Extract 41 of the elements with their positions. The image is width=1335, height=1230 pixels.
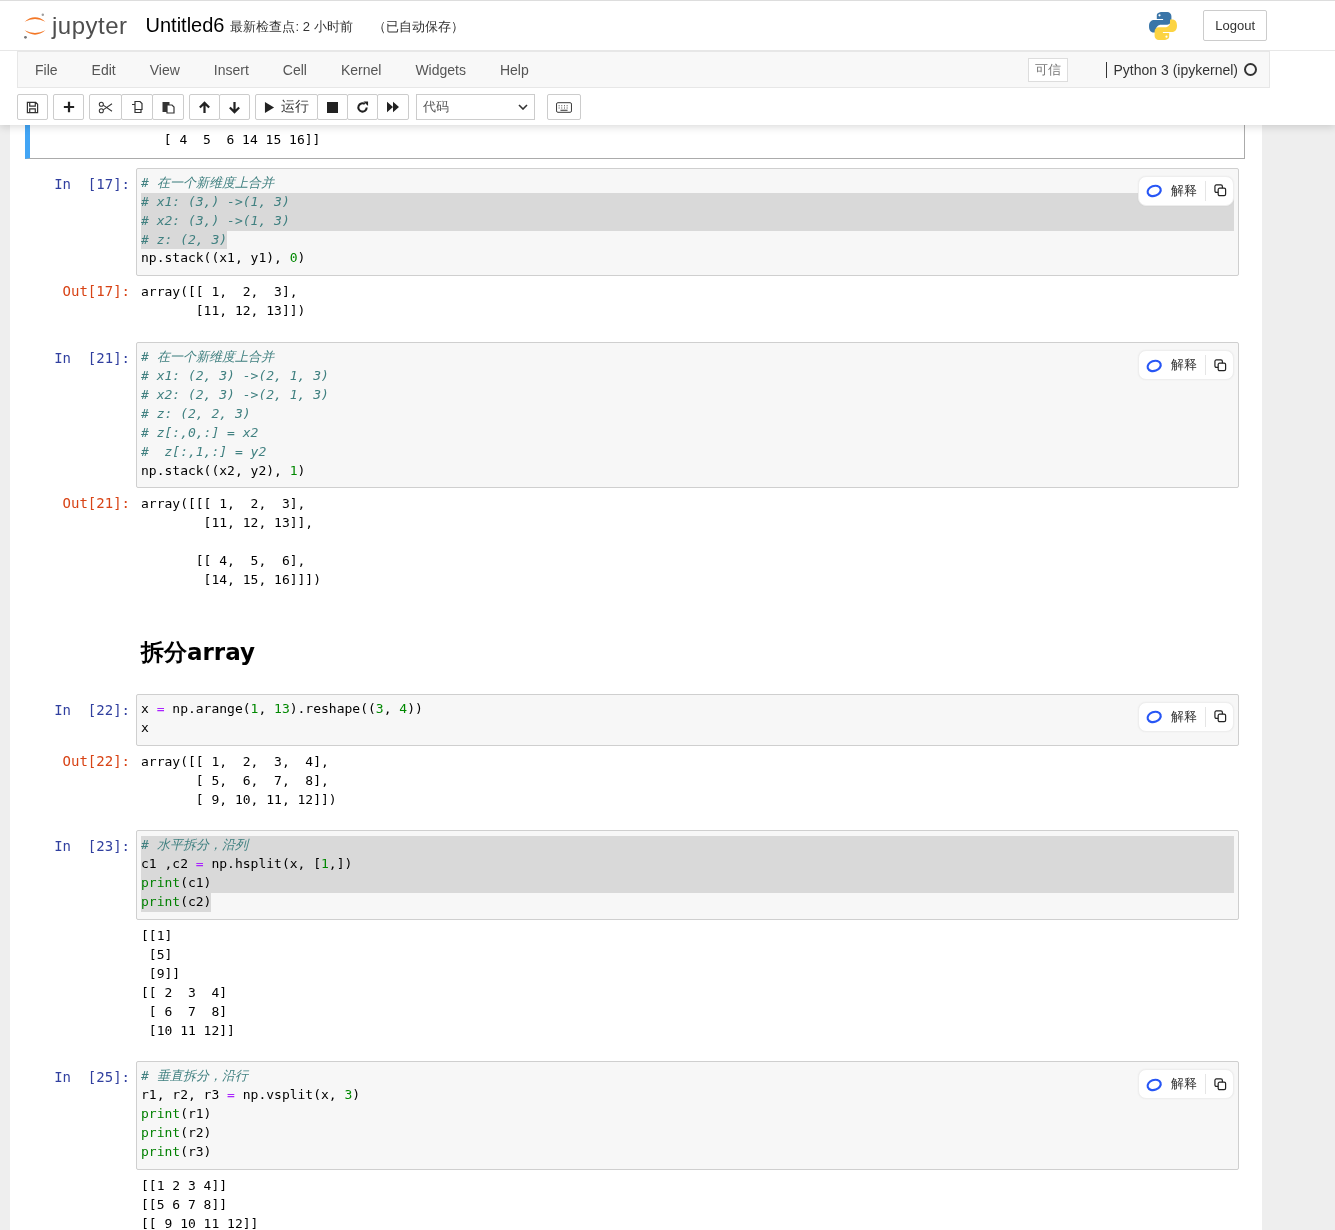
autosave-status: （已自动保存）: [372, 18, 464, 36]
code-line: # x1: (2, 3) ->(2, 1, 3): [141, 367, 329, 386]
code-line: # 在一个新维度上合并: [141, 348, 274, 367]
code-line: # z: (2, 2, 3): [141, 404, 251, 423]
code-line: # x2: (3,) ->(1, 3): [141, 211, 290, 230]
code-line: c1 ,c2 = np.hsplit(x, [1,]): [141, 855, 353, 874]
checkpoint-status: 最新检查点: 2 小时前: [230, 18, 353, 36]
code-line: # 垂直拆分，沿行: [141, 1067, 248, 1086]
code-line: x: [141, 718, 149, 737]
code-line: # x1: (3,) ->(1, 3): [141, 192, 290, 211]
kernel-name: Python 3 (ipykernel): [1106, 61, 1238, 78]
output-prompt: Out[21]:: [61, 494, 131, 512]
code-line: # 在一个新维度上合并: [141, 173, 274, 192]
cell-output: array([[ 1, 2, 3], [11, 12, 13]]): [140, 283, 306, 321]
code-line: print(c1): [141, 874, 212, 893]
code-line: print(r1): [141, 1105, 212, 1124]
cell-output: [[1] [5] [9]] [[ 2 3 4] [ 6 7 8] [10 11 12]]: [140, 927, 235, 1040]
code-line: print(c2): [141, 893, 212, 912]
code-line: # z[:,0,:] = x2: [141, 423, 259, 442]
output-prompt: Out[22]:: [61, 751, 131, 769]
output-prompt: Out[17]:: [61, 282, 131, 300]
cell-output: array([[ 1, 2, 3, 4], [ 5, 6, 7, 8], [ 9, 10, 11, 12]]): [140, 752, 337, 809]
code-line: # 水平拆分，沿列: [141, 836, 248, 855]
input-prompt: In [17]:: [53, 174, 131, 192]
code-line: x = np.arange(1, 13).reshape((3, 4)): [141, 699, 423, 718]
cell-output: array([[[ 1, 2, 3], [11, 12, 13]], [[ 4, 5, 6], [14, 15, 16]]]): [140, 495, 321, 590]
code-line: r1, r2, r3 = np.vsplit(x, 3): [141, 1086, 361, 1105]
input-prompt: In [25]:: [53, 1068, 131, 1086]
input-prompt: In [21]:: [53, 349, 131, 367]
input-prompt: In [23]:: [53, 837, 131, 855]
code-line: np.stack((x1, y1), 0): [141, 249, 306, 268]
code-line: print(r3): [141, 1143, 212, 1161]
code-line: print(r2): [141, 1124, 212, 1143]
code-line: # z[:,1,:] = y2: [141, 442, 267, 461]
input-prompt: In [22]:: [53, 700, 131, 718]
cell-output: [[1 2 3 4]] [[5 6 7 8]] [[ 9 10 11 12]]: [140, 1176, 259, 1230]
code-line: # x2: (2, 3) ->(2, 1, 3): [141, 385, 329, 404]
code-line: np.stack((x2, y2), 1): [141, 461, 306, 480]
code-line: # z: (2, 3): [141, 230, 228, 249]
markdown-heading: 拆分array: [141, 637, 255, 667]
cell-output: [ 4 5 6 14 15 16]]: [162, 131, 321, 149]
